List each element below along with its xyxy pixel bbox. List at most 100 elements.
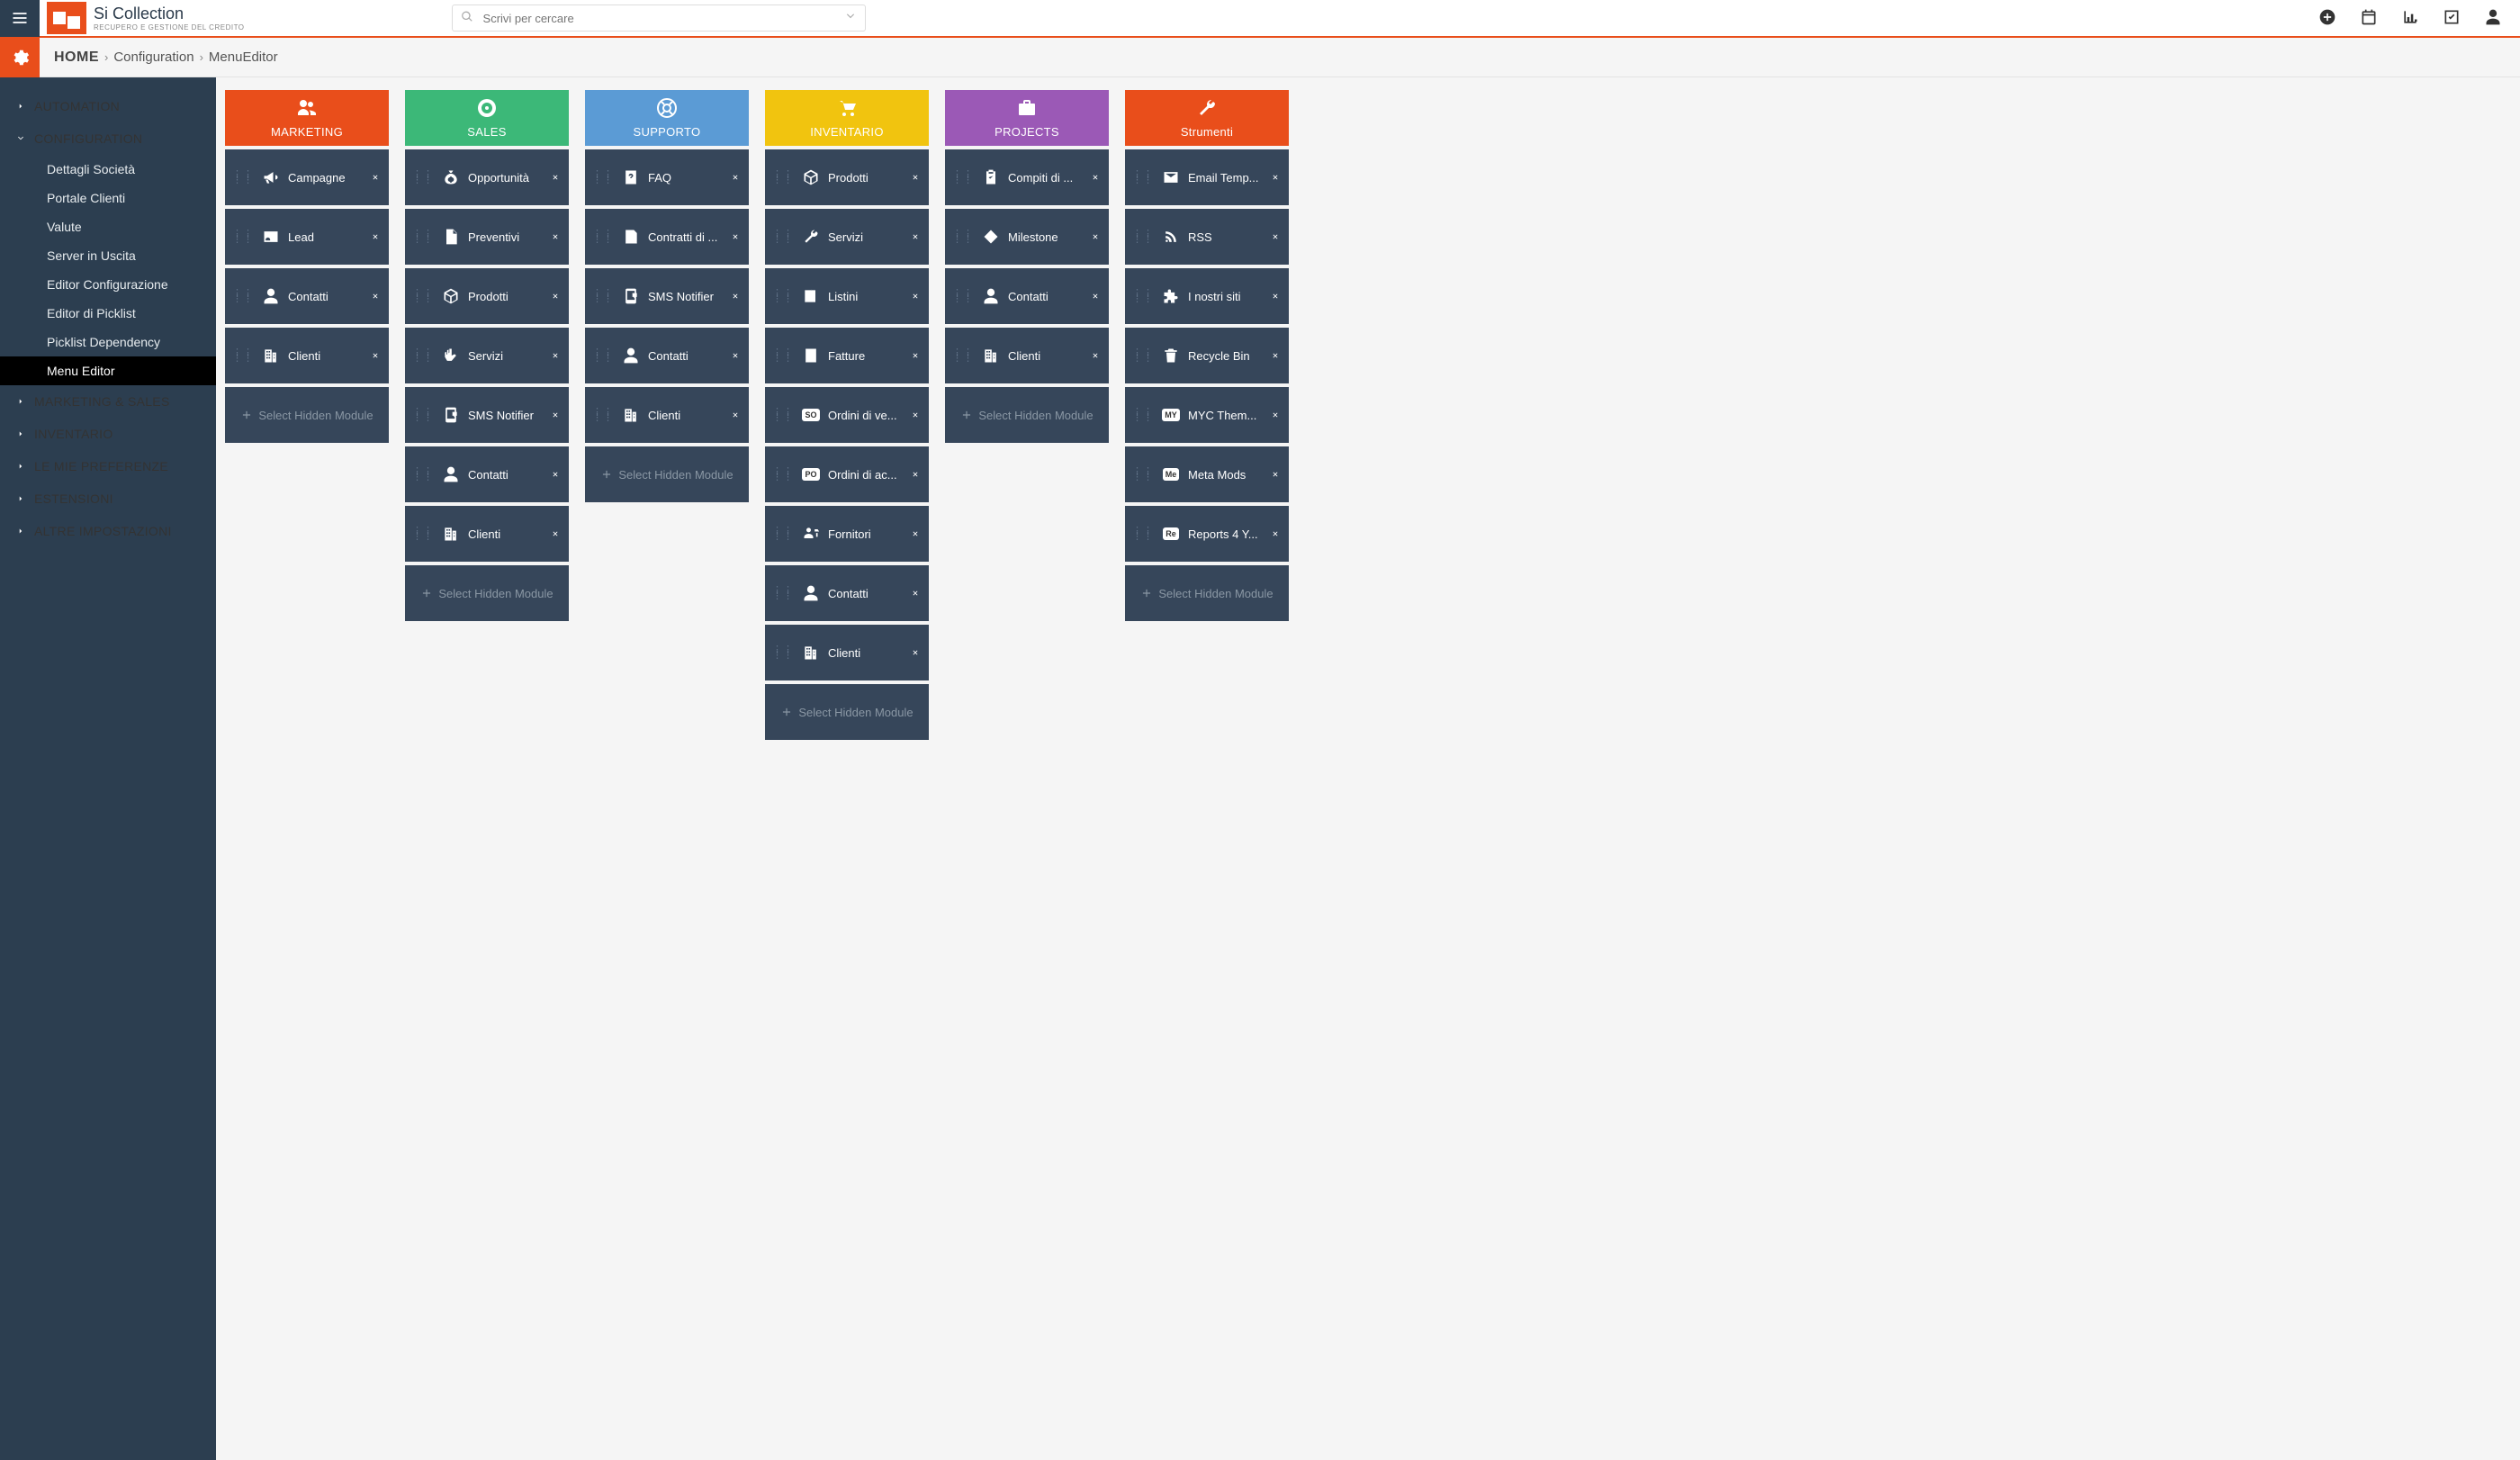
drag-handle-icon[interactable]: ⋮⋮⋮⋮: [772, 350, 794, 361]
remove-button[interactable]: [1269, 170, 1282, 185]
module-item[interactable]: ⋮⋮⋮⋮SOOrdini di ve...: [765, 387, 929, 443]
sidebar-group-head[interactable]: LE MIE PREFERENZE: [0, 450, 216, 482]
module-item[interactable]: ⋮⋮⋮⋮Servizi: [765, 209, 929, 265]
sidebar-item[interactable]: Server in Uscita: [0, 241, 216, 270]
drag-handle-icon[interactable]: ⋮⋮⋮⋮: [952, 231, 974, 242]
drag-handle-icon[interactable]: ⋮⋮⋮⋮: [412, 231, 434, 242]
sidebar-item[interactable]: Picklist Dependency: [0, 328, 216, 356]
remove-button[interactable]: [369, 289, 382, 303]
module-item[interactable]: ⋮⋮⋮⋮MeMeta Mods: [1125, 446, 1289, 502]
module-item[interactable]: ⋮⋮⋮⋮Lead: [225, 209, 389, 265]
search-input[interactable]: [452, 5, 866, 32]
module-item[interactable]: ⋮⋮⋮⋮Clienti: [765, 625, 929, 680]
module-item[interactable]: ⋮⋮⋮⋮Campagne: [225, 149, 389, 205]
remove-button[interactable]: [369, 170, 382, 185]
column-header[interactable]: MARKETING: [225, 90, 389, 146]
drag-handle-icon[interactable]: ⋮⋮⋮⋮: [772, 291, 794, 302]
remove-button[interactable]: [1269, 230, 1282, 244]
module-item[interactable]: ⋮⋮⋮⋮SMS Notifier: [585, 268, 749, 324]
select-hidden-module-button[interactable]: Select Hidden Module: [585, 446, 749, 502]
drag-handle-icon[interactable]: ⋮⋮⋮⋮: [1132, 231, 1154, 242]
drag-handle-icon[interactable]: ⋮⋮⋮⋮: [772, 647, 794, 658]
drag-handle-icon[interactable]: ⋮⋮⋮⋮: [1132, 528, 1154, 539]
drag-handle-icon[interactable]: ⋮⋮⋮⋮: [412, 172, 434, 183]
drag-handle-icon[interactable]: ⋮⋮⋮⋮: [772, 528, 794, 539]
sidebar-item[interactable]: Menu Editor: [0, 356, 216, 385]
remove-button[interactable]: [909, 408, 922, 422]
remove-button[interactable]: [549, 230, 562, 244]
sidebar-group-head[interactable]: ALTRE IMPOSTAZIONI: [0, 515, 216, 547]
module-item[interactable]: ⋮⋮⋮⋮POOrdini di ac...: [765, 446, 929, 502]
column-header[interactable]: SUPPORTO: [585, 90, 749, 146]
remove-button[interactable]: [1269, 408, 1282, 422]
drag-handle-icon[interactable]: ⋮⋮⋮⋮: [772, 172, 794, 183]
drag-handle-icon[interactable]: ⋮⋮⋮⋮: [412, 469, 434, 480]
remove-button[interactable]: [909, 645, 922, 660]
module-item[interactable]: ⋮⋮⋮⋮Contatti: [585, 328, 749, 383]
module-item[interactable]: ⋮⋮⋮⋮Fornitori: [765, 506, 929, 562]
settings-gear-button[interactable]: [0, 38, 40, 77]
remove-button[interactable]: [729, 408, 742, 422]
drag-handle-icon[interactable]: ⋮⋮⋮⋮: [592, 291, 614, 302]
reports-button[interactable]: [2401, 8, 2419, 29]
drag-handle-icon[interactable]: ⋮⋮⋮⋮: [1132, 469, 1154, 480]
module-item[interactable]: ⋮⋮⋮⋮Recycle Bin: [1125, 328, 1289, 383]
drag-handle-icon[interactable]: ⋮⋮⋮⋮: [592, 231, 614, 242]
drag-handle-icon[interactable]: ⋮⋮⋮⋮: [1132, 172, 1154, 183]
remove-button[interactable]: [1269, 348, 1282, 363]
module-item[interactable]: ⋮⋮⋮⋮Opportunità: [405, 149, 569, 205]
drag-handle-icon[interactable]: ⋮⋮⋮⋮: [1132, 291, 1154, 302]
module-item[interactable]: ⋮⋮⋮⋮RSS: [1125, 209, 1289, 265]
remove-button[interactable]: [1089, 289, 1102, 303]
drag-handle-icon[interactable]: ⋮⋮⋮⋮: [772, 588, 794, 599]
remove-button[interactable]: [909, 586, 922, 600]
remove-button[interactable]: [1089, 348, 1102, 363]
remove-button[interactable]: [549, 527, 562, 541]
drag-handle-icon[interactable]: ⋮⋮⋮⋮: [412, 350, 434, 361]
drag-handle-icon[interactable]: ⋮⋮⋮⋮: [772, 231, 794, 242]
module-item[interactable]: ⋮⋮⋮⋮I nostri siti: [1125, 268, 1289, 324]
module-item[interactable]: ⋮⋮⋮⋮Milestone: [945, 209, 1109, 265]
add-button[interactable]: [2318, 8, 2336, 29]
remove-button[interactable]: [549, 170, 562, 185]
sidebar-group-head[interactable]: ESTENSIONI: [0, 482, 216, 515]
select-hidden-module-button[interactable]: Select Hidden Module: [225, 387, 389, 443]
brand-logo[interactable]: Si Collection RECUPERO E GESTIONE DEL CR…: [47, 2, 245, 34]
remove-button[interactable]: [549, 289, 562, 303]
breadcrumb-level1[interactable]: Configuration: [113, 50, 194, 65]
select-hidden-module-button[interactable]: Select Hidden Module: [405, 565, 569, 621]
module-item[interactable]: ⋮⋮⋮⋮Clienti: [585, 387, 749, 443]
module-item[interactable]: ⋮⋮⋮⋮Contatti: [225, 268, 389, 324]
drag-handle-icon[interactable]: ⋮⋮⋮⋮: [412, 528, 434, 539]
hamburger-button[interactable]: [0, 0, 40, 37]
drag-handle-icon[interactable]: ⋮⋮⋮⋮: [592, 410, 614, 420]
remove-button[interactable]: [729, 170, 742, 185]
drag-handle-icon[interactable]: ⋮⋮⋮⋮: [772, 469, 794, 480]
remove-button[interactable]: [1269, 289, 1282, 303]
search-dropdown-icon[interactable]: [844, 11, 857, 26]
module-item[interactable]: ⋮⋮⋮⋮Contratti di ...: [585, 209, 749, 265]
drag-handle-icon[interactable]: ⋮⋮⋮⋮: [592, 350, 614, 361]
drag-handle-icon[interactable]: ⋮⋮⋮⋮: [952, 172, 974, 183]
module-item[interactable]: ⋮⋮⋮⋮Clienti: [945, 328, 1109, 383]
module-item[interactable]: ⋮⋮⋮⋮ReReports 4 Y...: [1125, 506, 1289, 562]
remove-button[interactable]: [369, 348, 382, 363]
module-item[interactable]: ⋮⋮⋮⋮Prodotti: [765, 149, 929, 205]
sidebar-item[interactable]: Dettagli Società: [0, 155, 216, 184]
column-header[interactable]: INVENTARIO: [765, 90, 929, 146]
drag-handle-icon[interactable]: ⋮⋮⋮⋮: [232, 172, 254, 183]
sidebar-group-head[interactable]: AUTOMATION: [0, 90, 216, 122]
drag-handle-icon[interactable]: ⋮⋮⋮⋮: [232, 350, 254, 361]
select-hidden-module-button[interactable]: Select Hidden Module: [765, 684, 929, 740]
drag-handle-icon[interactable]: ⋮⋮⋮⋮: [1132, 410, 1154, 420]
user-menu-button[interactable]: [2484, 8, 2502, 29]
remove-button[interactable]: [729, 230, 742, 244]
module-item[interactable]: ⋮⋮⋮⋮FAQ: [585, 149, 749, 205]
drag-handle-icon[interactable]: ⋮⋮⋮⋮: [592, 172, 614, 183]
sidebar-item[interactable]: Valute: [0, 212, 216, 241]
remove-button[interactable]: [729, 348, 742, 363]
remove-button[interactable]: [729, 289, 742, 303]
module-item[interactable]: ⋮⋮⋮⋮Contatti: [945, 268, 1109, 324]
drag-handle-icon[interactable]: ⋮⋮⋮⋮: [1132, 350, 1154, 361]
module-item[interactable]: ⋮⋮⋮⋮Compiti di ...: [945, 149, 1109, 205]
